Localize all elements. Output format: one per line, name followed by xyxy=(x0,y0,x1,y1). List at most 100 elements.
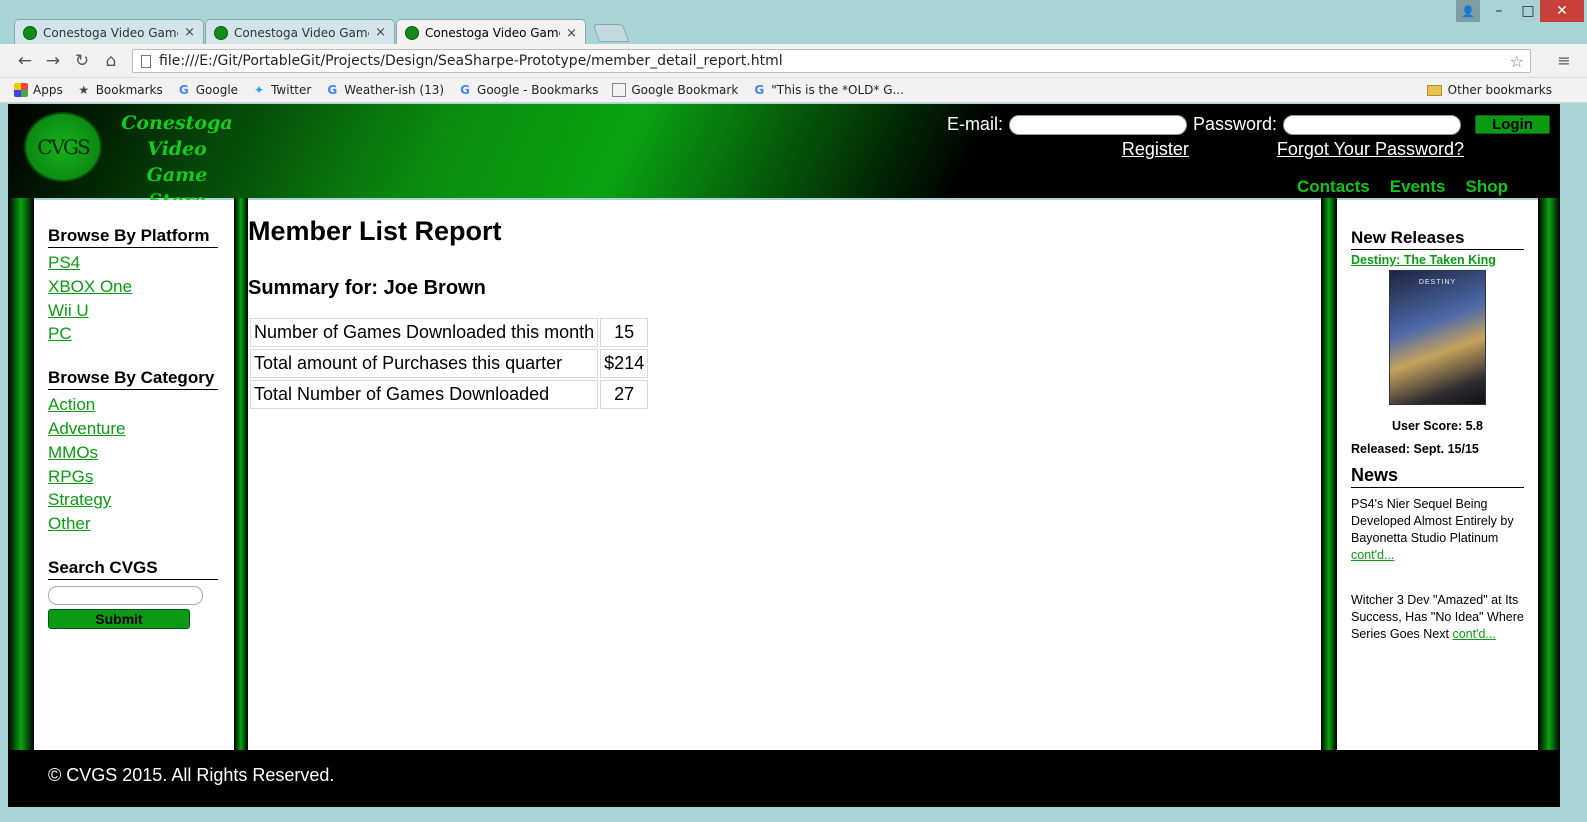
row-label: Number of Games Downloaded this month xyxy=(250,318,599,347)
platform-link-wii-u[interactable]: Wii U xyxy=(48,299,218,323)
twitter-icon: ✦ xyxy=(254,83,265,97)
category-link-adventure[interactable]: Adventure xyxy=(48,417,218,441)
report-table: Number of Games Downloaded this month 15… xyxy=(248,316,650,411)
login-button[interactable]: Login xyxy=(1475,115,1550,134)
page-icon xyxy=(141,54,151,68)
release-title-link[interactable]: Destiny: The Taken King xyxy=(1351,253,1524,267)
minimize-icon[interactable]: – xyxy=(1485,0,1513,22)
row-value: 15 xyxy=(600,318,649,347)
main-nav: Contacts Events Shop xyxy=(1277,177,1508,197)
maximize-icon[interactable]: □ xyxy=(1514,0,1542,22)
category-list: Action Adventure MMOs RPGs Strategy Othe… xyxy=(48,393,218,536)
logo-text: Conestoga Video Game Store xyxy=(112,110,242,214)
google-icon: G xyxy=(460,83,470,97)
search-submit-button[interactable]: Submit xyxy=(48,608,190,629)
close-icon[interactable]: × xyxy=(184,25,195,40)
hamburger-menu-icon[interactable]: ≡ xyxy=(1554,51,1574,71)
bookmark-label: Bookmarks xyxy=(95,83,163,97)
cvgs-logo[interactable]: CVGS xyxy=(24,112,102,182)
right-divider-stripe xyxy=(1321,198,1337,750)
category-link-mmos[interactable]: MMOs xyxy=(48,441,218,465)
news-contd-link[interactable]: cont'd... xyxy=(1351,548,1394,562)
bookmark-old-google[interactable]: G "This is the *OLD* G... xyxy=(752,83,904,97)
bookmark-bookmarks[interactable]: ★ Bookmarks xyxy=(77,83,163,97)
row-label: Total Number of Games Downloaded xyxy=(250,380,599,409)
site-header: CVGS Conestoga Video Game Store E-mail: … xyxy=(8,104,1560,212)
news-text: Witcher 3 Dev "Amazed" at Its Success, H… xyxy=(1351,593,1524,641)
close-icon[interactable]: × xyxy=(566,26,577,41)
platform-link-xbox-one[interactable]: XBOX One xyxy=(48,275,218,299)
site-favicon-icon xyxy=(23,25,37,40)
bookmark-twitter[interactable]: ✦ Twitter xyxy=(252,83,311,97)
site-favicon-icon xyxy=(405,26,419,40)
nav-events[interactable]: Events xyxy=(1390,177,1446,197)
bookmark-weather[interactable]: G Weather-ish (13) xyxy=(325,83,444,97)
row-label: Total amount of Purchases this quarter xyxy=(250,349,599,378)
nav-shop[interactable]: Shop xyxy=(1466,177,1509,197)
bookmark-apps[interactable]: Apps xyxy=(14,83,63,97)
back-arrow-icon[interactable]: ← xyxy=(14,51,36,71)
bookmark-label: Weather-ish (13) xyxy=(344,83,445,97)
bookmark-label: "This is the *OLD* G... xyxy=(771,83,904,97)
site-footer: © CVGS 2015. All Rights Reserved. xyxy=(8,750,1560,807)
folder-icon xyxy=(1426,84,1442,96)
release-date: Released: Sept. 15/15 xyxy=(1351,442,1479,456)
login-form: E-mail: Password: Login xyxy=(947,114,1550,135)
copyright-text: © CVGS 2015. All Rights Reserved. xyxy=(48,765,335,785)
category-link-other[interactable]: Other xyxy=(48,512,218,536)
url-text[interactable]: file:///E:/Git/PortableGit/Projects/Desi… xyxy=(159,53,1510,69)
browser-toolbar: ← → ↻ ⌂ file:///E:/Git/PortableGit/Proje… xyxy=(0,44,1587,78)
nav-contacts[interactable]: Contacts xyxy=(1297,177,1370,197)
left-divider-stripe xyxy=(234,198,248,750)
tab-title: Conestoga Video Game St xyxy=(425,26,560,40)
home-icon[interactable]: ⌂ xyxy=(100,51,122,71)
other-bookmarks[interactable]: Other bookmarks xyxy=(1426,83,1552,97)
bookmark-label: Twitter xyxy=(271,83,312,97)
table-row: Number of Games Downloaded this month 15 xyxy=(250,318,649,347)
close-icon[interactable]: × xyxy=(375,25,386,40)
register-link[interactable]: Register xyxy=(1122,139,1189,160)
main-content: Member List Report Summary for: Joe Brow… xyxy=(248,200,1321,750)
row-value: 27 xyxy=(600,380,649,409)
platform-list: PS4 XBOX One Wii U PC xyxy=(48,251,218,346)
reload-icon[interactable]: ↻ xyxy=(71,51,93,71)
search-input[interactable] xyxy=(48,585,203,605)
bookmark-label: Google xyxy=(195,83,239,97)
game-cover-image[interactable]: DESTINY xyxy=(1389,270,1486,405)
bookmark-google-bookmarks[interactable]: G Google - Bookmarks xyxy=(458,83,598,97)
logo-line: Video Game xyxy=(146,138,208,186)
platform-link-pc[interactable]: PC xyxy=(48,322,218,346)
category-link-action[interactable]: Action xyxy=(48,393,218,417)
address-bar[interactable]: file:///E:/Git/PortableGit/Projects/Desi… xyxy=(132,49,1531,73)
news-item: Witcher 3 Dev "Amazed" at Its Success, H… xyxy=(1351,592,1524,643)
forward-arrow-icon[interactable]: → xyxy=(42,51,64,71)
category-link-rpgs[interactable]: RPGs xyxy=(48,465,218,489)
row-value: $214 xyxy=(600,349,649,378)
browser-tab-3-active[interactable]: Conestoga Video Game St × xyxy=(396,19,586,46)
tab-strip: Conestoga Video Game St × Conestoga Vide… xyxy=(0,0,1587,46)
new-tab-button[interactable] xyxy=(592,24,630,42)
user-profile-icon[interactable]: 👤 xyxy=(1456,0,1480,22)
star-icon: ★ xyxy=(78,83,90,97)
platform-link-ps4[interactable]: PS4 xyxy=(48,251,218,275)
bookmark-google[interactable]: G Google xyxy=(177,83,238,97)
logo-mark: CVGS xyxy=(37,135,90,159)
password-field[interactable] xyxy=(1283,114,1461,135)
page-icon xyxy=(612,83,627,97)
site-favicon-icon xyxy=(214,25,228,40)
user-score: User Score: 5.8 xyxy=(1391,419,1484,433)
news-contd-link[interactable]: cont'd... xyxy=(1452,627,1495,641)
other-bookmarks-label: Other bookmarks xyxy=(1447,83,1552,97)
browse-platform-heading: Browse By Platform xyxy=(48,226,218,248)
email-field[interactable] xyxy=(1008,114,1187,135)
window-close-icon[interactable]: ✕ xyxy=(1540,0,1584,22)
category-link-strategy[interactable]: Strategy xyxy=(48,488,218,512)
bookmark-star-icon[interactable]: ☆ xyxy=(1510,52,1530,71)
bookmark-google-bookmark[interactable]: Google Bookmark xyxy=(612,83,738,97)
browser-tab-1[interactable]: Conestoga Video Game St × xyxy=(14,19,204,45)
search-heading: Search CVGS xyxy=(48,558,218,580)
bookmarks-bar: Apps ★ Bookmarks G Google ✦ Twitter G Weathe… xyxy=(0,78,1587,103)
right-border-stripe xyxy=(1538,198,1560,750)
forgot-password-link[interactable]: Forgot Your Password? xyxy=(1277,139,1464,160)
browser-tab-2[interactable]: Conestoga Video Game St × xyxy=(205,19,395,45)
